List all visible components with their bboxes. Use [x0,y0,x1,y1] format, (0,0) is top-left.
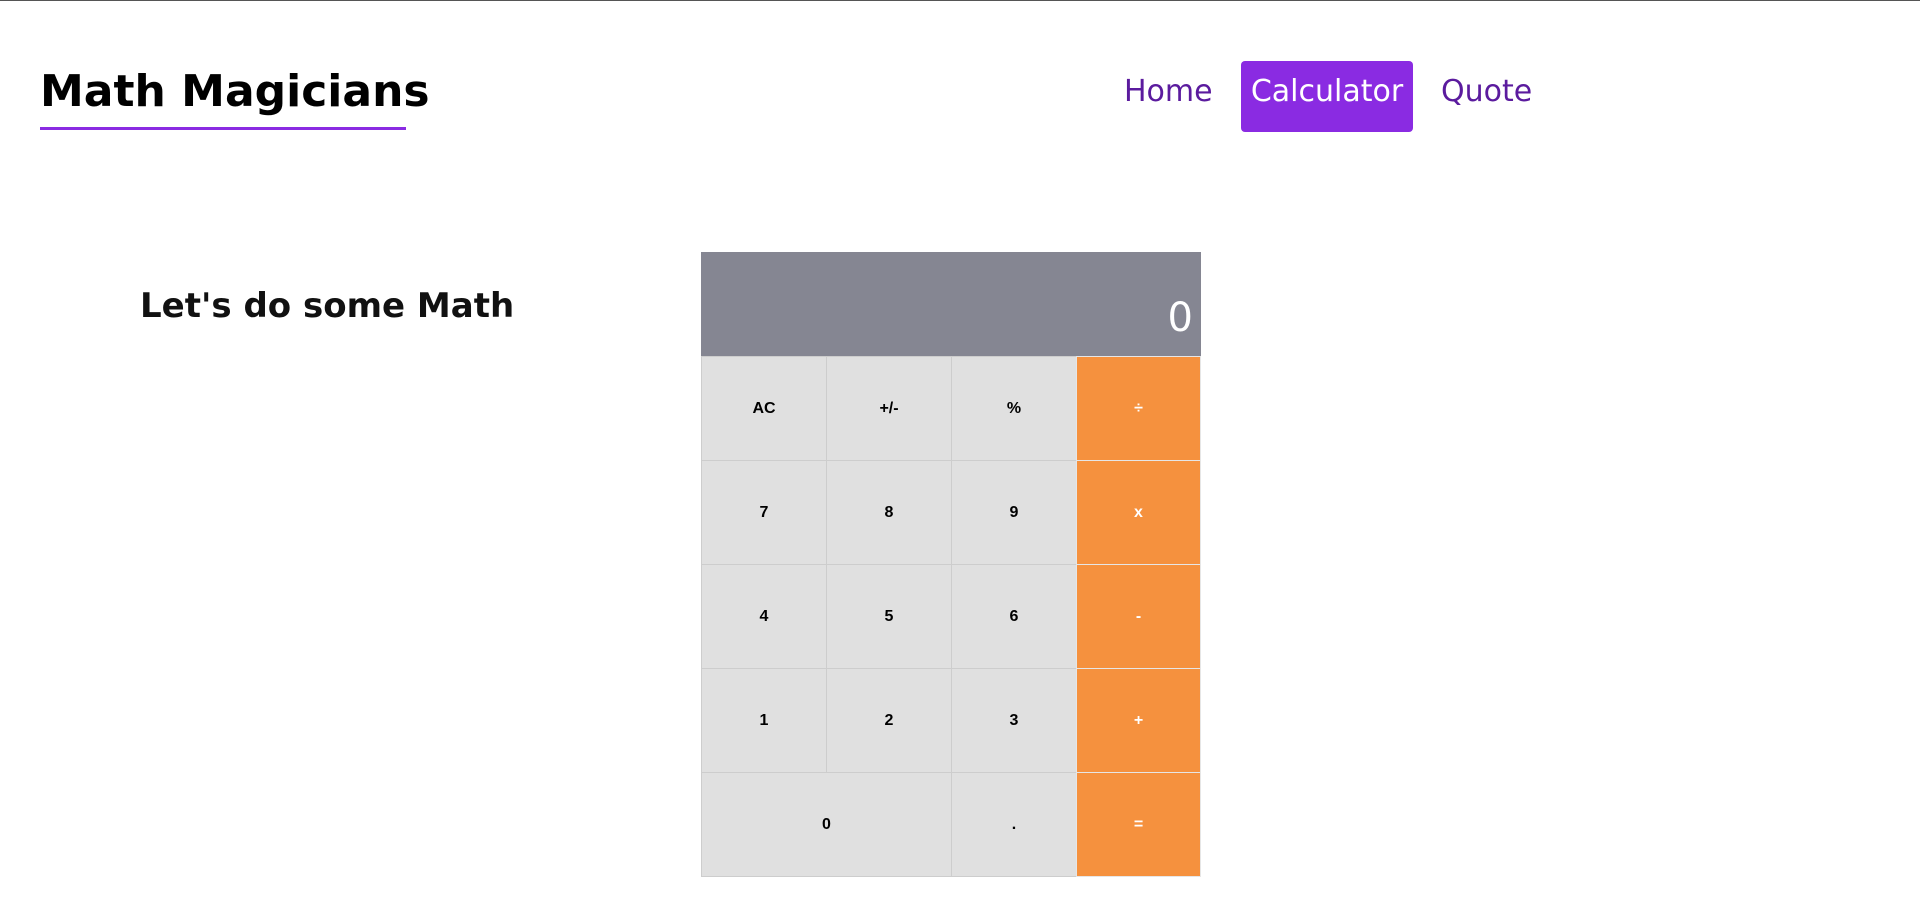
key-4[interactable]: 4 [701,564,827,669]
key-minus[interactable]: - [1076,564,1201,669]
key-5[interactable]: 5 [826,564,952,669]
key-decimal[interactable]: . [951,772,1077,877]
nav-link-home[interactable]: Home [1124,70,1213,114]
key-0[interactable]: 0 [701,772,952,877]
top-border [0,0,1920,1]
key-1[interactable]: 1 [701,668,827,773]
key-multiply[interactable]: x [1076,460,1201,565]
brand-underline [40,127,406,130]
key-sign[interactable]: +/- [826,356,952,461]
key-plus[interactable]: + [1076,668,1201,773]
key-2[interactable]: 2 [826,668,952,773]
key-percent[interactable]: % [951,356,1077,461]
key-6[interactable]: 6 [951,564,1077,669]
key-7[interactable]: 7 [701,460,827,565]
calculator-keypad: AC +/- % ÷ 7 8 9 x 4 5 6 - 1 2 3 + 0 . = [701,356,1201,877]
brand-logo[interactable]: Math Magicians [40,64,430,120]
key-divide[interactable]: ÷ [1076,356,1201,461]
key-9[interactable]: 9 [951,460,1077,565]
page-headline: Let's do some Math [140,286,515,327]
calculator: 0 AC +/- % ÷ 7 8 9 x 4 5 6 - 1 2 3 + 0 . [701,252,1201,877]
key-ac[interactable]: AC [701,356,827,461]
key-8[interactable]: 8 [826,460,952,565]
calculator-display: 0 [701,252,1201,356]
key-3[interactable]: 3 [951,668,1077,773]
key-equals[interactable]: = [1076,772,1201,877]
nav-link-quote[interactable]: Quote [1441,70,1532,114]
nav-link-calculator[interactable]: Calculator [1241,61,1413,132]
display-value: 0 [1167,295,1193,341]
